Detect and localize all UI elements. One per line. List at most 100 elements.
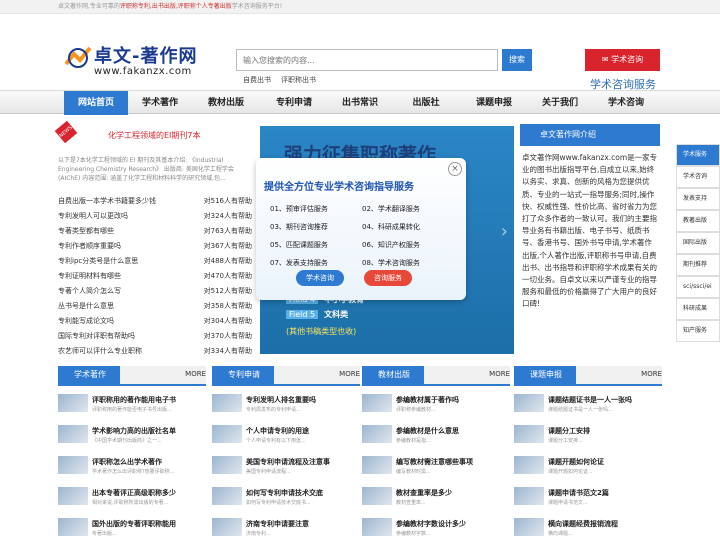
sidebar-item[interactable]: 学术咨询 [676, 166, 720, 188]
article-item[interactable]: 编写教材需注意哪些事项 编写教材时需... [362, 448, 510, 479]
article-title[interactable]: 国外出版的专著评职称能用 [92, 519, 176, 529]
news-row[interactable]: 专著类型都有哪些 对763人有帮助 [58, 224, 256, 239]
article-item[interactable]: 参编教材字数设计多少 参编教材字数... [362, 510, 510, 541]
news-row[interactable]: 国际专利对评职有帮助吗 对370人有帮助 [58, 329, 256, 344]
article-item[interactable]: 课题开题如何论证 课题开题如何论证... [514, 448, 662, 479]
news-row[interactable]: 农艺师可以评什么专业职称 对334人有帮助 [58, 344, 256, 359]
article-item[interactable]: 课题申请书范文2篇 课题申请书范文... [514, 479, 662, 510]
article-item[interactable]: 个人申请专利的用途 个人申请专利有以下用途... [212, 417, 360, 448]
popup-consult-button[interactable]: 学术咨询 [296, 270, 344, 286]
sidebar-item[interactable]: 科研成果 [676, 298, 720, 320]
sidebar-item[interactable]: 期刊推荐 [676, 254, 720, 276]
article-item[interactable]: 如何写专利申请技术交底 如何写专利申请技术交底书... [212, 479, 360, 510]
site-logo[interactable]: 卓文-著作网 www.fakanzx.com [62, 36, 212, 78]
section-title[interactable]: 教材出版 [362, 366, 424, 384]
article-thumbnail[interactable] [362, 518, 392, 536]
nav-about[interactable]: 关于我们 [528, 91, 592, 115]
article-title[interactable]: 个人申请专利的用途 [246, 426, 309, 436]
sidebar-item[interactable]: 学术服务 [676, 144, 720, 166]
nav-academic[interactable]: 学术著作 [128, 91, 192, 115]
sidebar-item[interactable]: 发表支持 [676, 188, 720, 210]
nav-publisher[interactable]: 出版社 [394, 91, 458, 115]
article-thumbnail[interactable] [514, 425, 544, 443]
article-item[interactable]: 课题结题证书是一人一张吗 课题结题证书是一人一张吗... [514, 386, 662, 417]
article-item[interactable]: 教材查重率是多少 教材查重率... [362, 479, 510, 510]
popup-service-item[interactable]: 01、预审评估服务 [270, 200, 362, 218]
article-item[interactable]: 济南专利申请要注意 济南专利... [212, 510, 360, 541]
popup-service-button[interactable]: 咨询服务 [364, 270, 412, 286]
article-title[interactable]: 如何写专利申请技术交底 [246, 488, 323, 498]
news-row-title[interactable]: 专利发明人可以更改吗 [58, 212, 128, 220]
sidebar-item[interactable]: 知产服务 [676, 320, 720, 342]
section-title[interactable]: 课题申报 [514, 366, 576, 384]
article-thumbnail[interactable] [58, 487, 88, 505]
popup-service-item[interactable]: 04、科研成果转化 [362, 218, 454, 236]
article-title[interactable]: 评职称用的著作能用电子书 [92, 395, 176, 405]
search-input[interactable] [236, 49, 498, 71]
article-item[interactable]: 专利发明人排名重要吗 专利局发布的专利申请... [212, 386, 360, 417]
article-item[interactable]: 评职称用的著作能用电子书 评职称用的著作能否电子书号出版... [58, 386, 206, 417]
nav-knowledge[interactable]: 出书常识 [328, 91, 392, 115]
news-row[interactable]: 丛书号是什么意思 对358人有帮助 [58, 299, 256, 314]
news-row-title[interactable]: 专著个人简介怎么写 [58, 287, 121, 295]
article-thumbnail[interactable] [514, 518, 544, 536]
news-row[interactable]: 自费出版一本学术书籍要多少钱 对516人有帮助 [58, 194, 256, 209]
news-row-title[interactable]: 专利能写成论文吗 [58, 317, 114, 325]
article-title[interactable]: 教材查重率是多少 [396, 488, 452, 498]
section-title[interactable]: 学术著作 [58, 366, 120, 384]
sidebar-item[interactable]: sci/ssci/ei [676, 276, 720, 298]
section-title[interactable]: 专利申请 [212, 366, 274, 384]
more-link[interactable]: MORE [489, 370, 510, 378]
news-row[interactable]: 专利证明材料有哪些 对470人有帮助 [58, 269, 256, 284]
article-item[interactable]: 评职称怎么出学术著作 学术著作怎么出评职称?想要评职称... [58, 448, 206, 479]
popup-service-item[interactable]: 06、知识产权服务 [362, 236, 454, 254]
sidebar-item[interactable]: 教著出版 [676, 210, 720, 232]
article-thumbnail[interactable] [58, 518, 88, 536]
article-title[interactable]: 学术影响力高的出版社名单 [92, 426, 176, 436]
article-title[interactable]: 课题申请书范文2篇 [548, 488, 609, 498]
more-link[interactable]: MORE [185, 370, 206, 378]
nav-project[interactable]: 课题申报 [462, 91, 526, 115]
news-row-title[interactable]: 专著类型都有哪些 [58, 227, 114, 235]
article-title[interactable]: 美国专利申请流程及注意事 [246, 457, 330, 467]
article-thumbnail[interactable] [514, 394, 544, 412]
news-row[interactable]: 专利ipc分类号是什么意思 对488人有帮助 [58, 254, 256, 269]
article-title[interactable]: 编写教材需注意哪些事项 [396, 457, 473, 467]
more-link[interactable]: MORE [641, 370, 662, 378]
article-thumbnail[interactable] [212, 487, 242, 505]
nav-consult[interactable]: 学术咨询 [594, 91, 658, 115]
article-title[interactable]: 课题开题如何论证 [548, 457, 604, 467]
hot-link-title-book[interactable]: 评职称出书 [281, 76, 316, 84]
news-row-title[interactable]: 专利作者顺序重要吗 [58, 242, 121, 250]
article-item[interactable]: 出本专著评正高级职称多少 相对来说,评职称所需出版的专著... [58, 479, 206, 510]
article-thumbnail[interactable] [362, 425, 392, 443]
article-item[interactable]: 课题分工安排 课题分工安排... [514, 417, 662, 448]
news-row[interactable]: 专著个人简介怎么写 对512人有帮助 [58, 284, 256, 299]
article-title[interactable]: 参编教材是什么意思 [396, 426, 459, 436]
article-title[interactable]: 课题分工安排 [548, 426, 590, 436]
article-thumbnail[interactable] [58, 425, 88, 443]
more-link[interactable]: MORE [339, 370, 360, 378]
article-thumbnail[interactable] [212, 518, 242, 536]
news-row-title[interactable]: 国际专利对评职有帮助吗 [58, 332, 135, 340]
article-title[interactable]: 出本专著评正高级职称多少 [92, 488, 176, 498]
article-title[interactable]: 参编教材属于著作吗 [396, 395, 459, 405]
article-thumbnail[interactable] [362, 456, 392, 474]
search-button[interactable]: 搜索 [502, 49, 532, 71]
consult-button[interactable]: ✉ 学术咨询 [585, 49, 660, 71]
article-item[interactable]: 参编教材是什么意思 参编教材是指... [362, 417, 510, 448]
article-title[interactable]: 横向课题经费报销流程 [548, 519, 618, 529]
article-item[interactable]: 学术影响力高的出版社名单 《中国学术期刊出版商》之一... [58, 417, 206, 448]
featured-article-title[interactable]: 化学工程领域的EI期刊7本 [108, 130, 201, 141]
news-row[interactable]: 专利作者顺序重要吗 对367人有帮助 [58, 239, 256, 254]
popup-service-item[interactable]: 03、期刊咨询推荐 [270, 218, 362, 236]
article-item[interactable]: 参编教材属于著作吗 评职称参编教材... [362, 386, 510, 417]
sidebar-item[interactable]: 国际出版 [676, 232, 720, 254]
article-title[interactable]: 参编教材字数设计多少 [396, 519, 466, 529]
article-item[interactable]: 横向课题经费报销流程 横向课题... [514, 510, 662, 541]
article-item[interactable]: 国外出版的专著评职称能用 专著出版... [58, 510, 206, 541]
popup-service-item[interactable]: 05、匹配课题服务 [270, 236, 362, 254]
article-title[interactable]: 课题结题证书是一人一张吗 [548, 395, 632, 405]
news-row-title[interactable]: 农艺师可以评什么专业职称 [58, 347, 142, 355]
news-row[interactable]: 专利能写成论文吗 对304人有帮助 [58, 314, 256, 329]
